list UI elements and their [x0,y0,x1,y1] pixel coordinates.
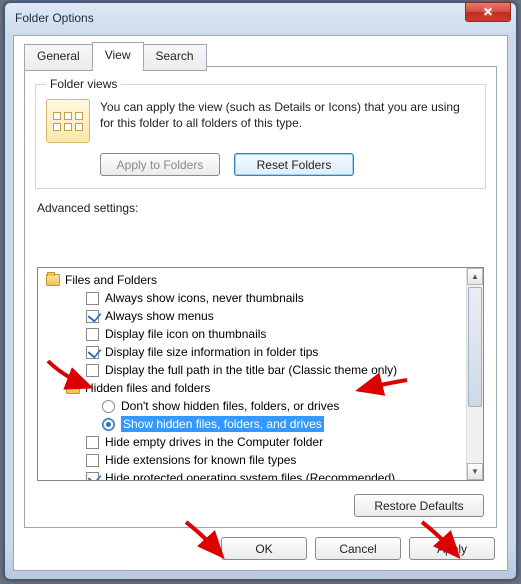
list-item[interactable]: Hidden files and folders [42,379,466,397]
tree-root[interactable]: Files and Folders [42,271,466,289]
list-item[interactable]: Show hidden files, folders, and drives [42,415,466,433]
list-item-label: Don't show hidden files, folders, or dri… [121,399,339,413]
list-item[interactable]: Display file size information in folder … [42,343,466,361]
checkbox[interactable] [86,454,99,467]
close-button[interactable]: ✕ [465,2,511,22]
cancel-button[interactable]: Cancel [315,537,401,560]
list-item-label: Show hidden files, folders, and drives [121,416,324,432]
list-item-label: Always show icons, never thumbnails [105,291,304,305]
list-item[interactable]: Display file icon on thumbnails [42,325,466,343]
list-item-label: Display file size information in folder … [105,345,318,359]
scroll-down-button[interactable]: ▼ [467,463,483,480]
list-item[interactable]: Hide protected operating system files (R… [42,469,466,480]
list-item-label: Hide empty drives in the Computer folder [105,435,323,449]
window-title: Folder Options [15,11,465,25]
checkbox[interactable] [86,472,99,481]
checkbox[interactable] [86,364,99,377]
folder-options-window: Folder Options ✕ General View Search Fol… [4,2,517,580]
checkbox[interactable] [86,328,99,341]
list-item[interactable]: Always show menus [42,307,466,325]
scroll-thumb[interactable] [468,287,482,407]
folder-icon [46,274,60,286]
tree-root-label: Files and Folders [65,273,157,287]
advanced-settings-list[interactable]: Files and Folders Always show icons, neve… [37,267,484,481]
advanced-settings-label: Advanced settings: [37,201,496,215]
list-item-label: Always show menus [105,309,214,323]
list-item[interactable]: Hide empty drives in the Computer folder [42,433,466,451]
ok-button[interactable]: OK [221,537,307,560]
tabstrip: General View Search [24,44,206,71]
restore-defaults-button[interactable]: Restore Defaults [354,494,484,517]
dialog-buttons: OK Cancel Apply [221,537,495,560]
radio[interactable] [102,418,115,431]
list-item-label: Hide extensions for known file types [105,453,296,467]
list-item-label: Display file icon on thumbnails [105,327,266,341]
checkbox[interactable] [86,436,99,449]
reset-folders-button[interactable]: Reset Folders [234,153,354,176]
folder-views-legend: Folder views [46,77,121,91]
apply-button[interactable]: Apply [409,537,495,560]
checkbox[interactable] [86,292,99,305]
scroll-track[interactable] [467,285,483,463]
tab-general[interactable]: General [24,44,93,71]
scrollbar[interactable]: ▲ ▼ [466,268,483,480]
close-icon: ✕ [483,5,493,19]
list-item-label: Display the full path in the title bar (… [105,363,397,377]
titlebar[interactable]: Folder Options ✕ [5,3,516,33]
list-item[interactable]: Don't show hidden files, folders, or dri… [42,397,466,415]
client-area: General View Search Folder views You can… [13,35,508,571]
folder-icon [66,382,80,394]
tab-page-view: Folder views You can apply the view (suc… [24,66,497,528]
apply-to-folders-button[interactable]: Apply to Folders [100,153,220,176]
list-item[interactable]: Hide extensions for known file types [42,451,466,469]
tab-search[interactable]: Search [143,44,207,71]
list-item-label: Hidden files and folders [85,381,210,395]
folder-views-icon [46,99,90,143]
list-item[interactable]: Always show icons, never thumbnails [42,289,466,307]
radio[interactable] [102,400,115,413]
tab-view[interactable]: View [92,42,144,69]
checkbox[interactable] [86,346,99,359]
folder-views-group: Folder views You can apply the view (suc… [35,77,486,189]
checkbox[interactable] [86,310,99,323]
list-item-label: Hide protected operating system files (R… [105,471,395,480]
scroll-up-button[interactable]: ▲ [467,268,483,285]
list-item[interactable]: Display the full path in the title bar (… [42,361,466,379]
folder-views-description: You can apply the view (such as Details … [100,99,475,143]
